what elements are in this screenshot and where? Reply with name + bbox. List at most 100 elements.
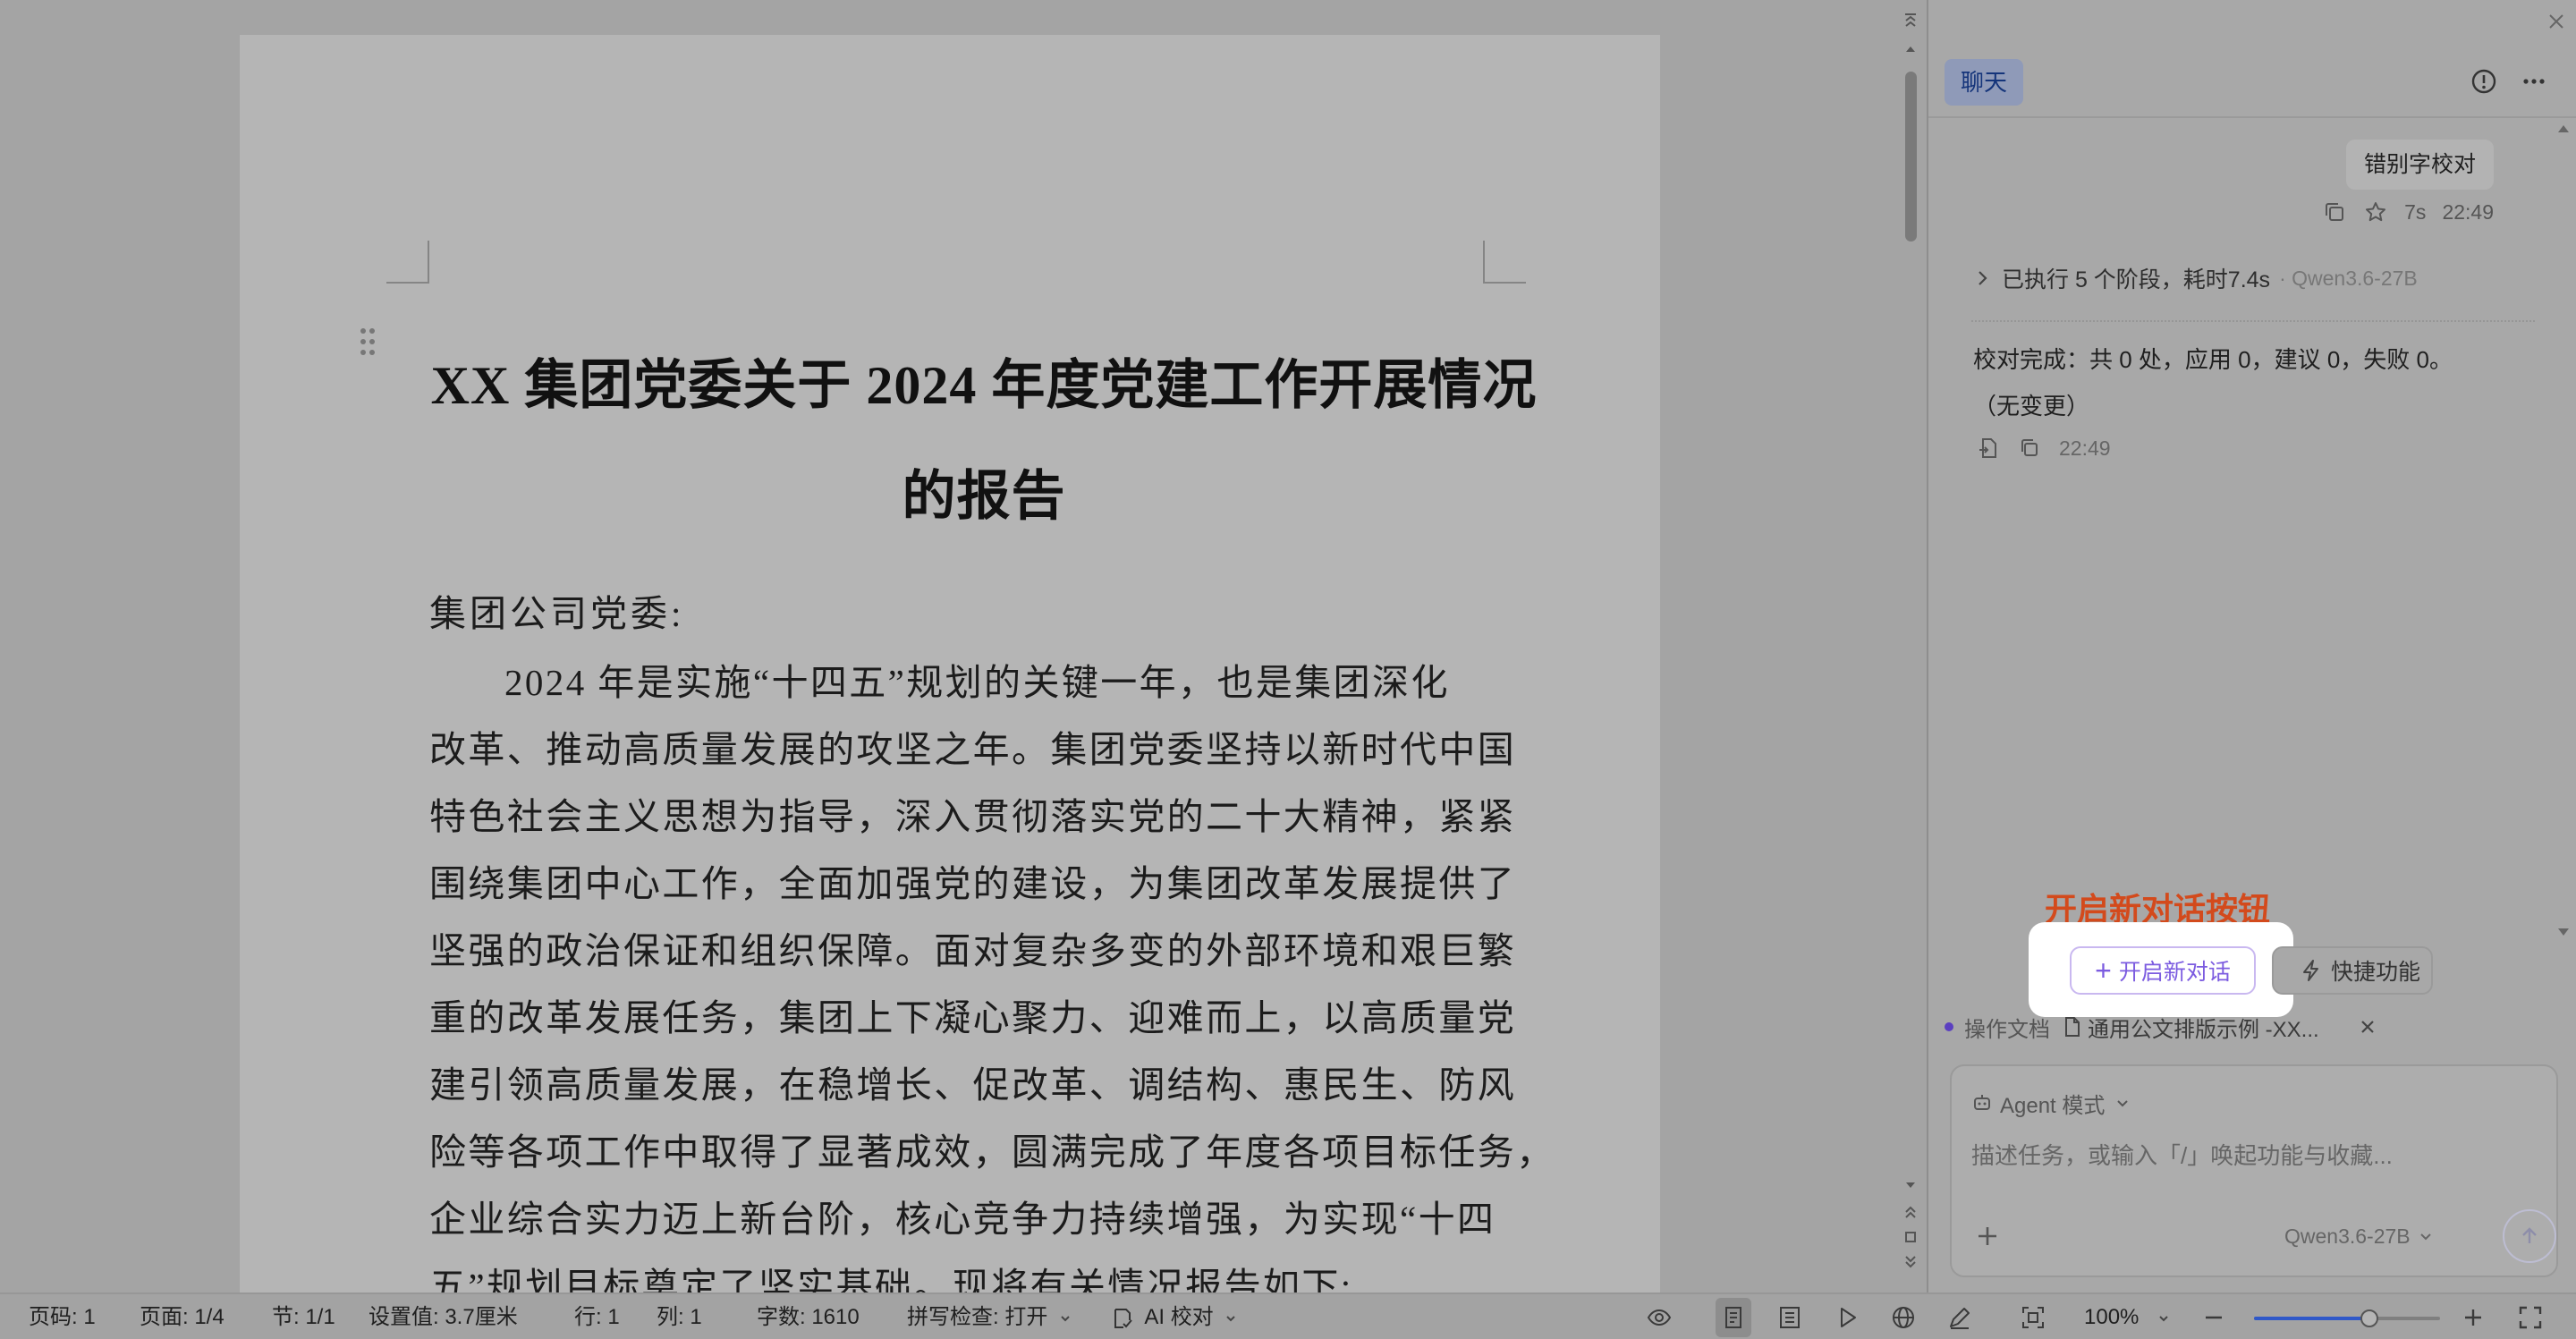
status-dot (1945, 1022, 1953, 1031)
assistant-message-time: 22:49 (2059, 436, 2111, 460)
focus-icon[interactable] (2020, 1304, 2046, 1331)
file-icon (2063, 1016, 2082, 1038)
page-count[interactable]: 页面: 1/4 (140, 1294, 225, 1339)
fullscreen-icon[interactable] (2517, 1304, 2544, 1331)
chat-input-field[interactable]: 描述任务，或输入「/」唤起功能与收藏... (1971, 1138, 2526, 1174)
info-icon[interactable] (2469, 66, 2499, 97)
row-indicator[interactable]: 行: 1 (574, 1294, 620, 1339)
tab-chat[interactable]: 聊天 (1945, 59, 2024, 106)
scroll-down-icon[interactable] (1902, 1177, 1919, 1193)
chevron-right-icon (1971, 267, 1993, 289)
assistant-result-note: （无变更） (1973, 393, 2090, 419)
document-area[interactable]: XX 集团党委关于 2024 年度党建工作开展情况 的报告 集团公司党委: 20… (0, 0, 1894, 1292)
next-page-icon[interactable] (1902, 1254, 1919, 1270)
globe-icon[interactable] (1890, 1304, 1917, 1331)
word-count[interactable]: 字数: 1610 (757, 1294, 860, 1339)
quick-functions-label: 快捷功能 (2330, 960, 2420, 985)
zoom-slider-fill (2254, 1317, 2369, 1320)
agent-mode-label: Agent 模式 (2000, 1093, 2106, 1118)
pen-icon[interactable] (1946, 1304, 1973, 1331)
lightning-icon (2299, 958, 2324, 983)
document-line: 坚强的政治保证和组织保障。面对复杂多变的外部环境和艰巨繁 (429, 930, 1517, 971)
user-message-meta: 7s 22:49 (2322, 197, 2494, 227)
collapse-top-icon[interactable] (1902, 13, 1919, 29)
chevron-down-icon (2112, 1092, 2133, 1114)
document-title-line: XX 集团党委关于 2024 年度党建工作开展情况 (430, 356, 1538, 415)
document-line: 特色社会主义思想为指导，深入贯彻落实党的二十大精神，紧紧 (429, 796, 1517, 837)
model-label: Qwen3.6-27B (2284, 1224, 2411, 1248)
zoom-out-icon[interactable] (2200, 1304, 2227, 1331)
user-message-bubble[interactable]: 错别字校对 (2345, 140, 2494, 190)
document-line: 险等各项工作中取得了显著成效，圆满完成了年度各项目标任务， (429, 1131, 1555, 1173)
spell-check-toggle[interactable]: 拼写检查: 打开 (907, 1294, 1072, 1339)
ai-proofread-icon (1111, 1307, 1134, 1330)
previous-page-icon[interactable] (1902, 1204, 1919, 1220)
document-page[interactable]: XX 集团党委关于 2024 年度党建工作开展情况 的报告 集团公司党委: 20… (240, 35, 1660, 1292)
play-icon[interactable] (1834, 1304, 1860, 1331)
scrollbar-thumb[interactable] (1905, 72, 1917, 242)
document-line: 围绕集团中心工作，全面加强党的建设，为集团改革发展提供了 (429, 863, 1517, 904)
star-icon[interactable] (2363, 199, 2388, 225)
plus-icon: + (2095, 954, 2112, 987)
insert-doc-icon[interactable] (1977, 436, 2000, 460)
panel-scrollbar[interactable] (2551, 118, 2576, 950)
document-line: 改革、推动高质量发展的攻坚之年。集团党委坚持以新时代中国 (429, 729, 1517, 770)
user-message-duration: 7s (2404, 199, 2427, 224)
quick-functions-button[interactable]: 快捷功能 (2272, 946, 2433, 995)
ai-proofread-button[interactable]: AI 校对 (1111, 1294, 1237, 1339)
operate-document-row: 操作文档 通用公文排版示例 -XX... (1945, 1011, 2319, 1043)
page-number[interactable]: 页码: 1 (29, 1294, 96, 1339)
plus-icon[interactable] (1971, 1220, 2004, 1252)
chevron-down-icon (2157, 1312, 2170, 1325)
assistant-result-text: 校对完成：共 0 处，应用 0，建议 0，失败 0。 (1973, 346, 2453, 373)
robot-icon (1971, 1092, 1993, 1114)
panel-header: 聊天 (1928, 47, 2576, 118)
document-title[interactable]: XX 集团党委关于 2024 年度党建工作开展情况 的报告 (429, 330, 1538, 552)
spell-check-label: 拼写检查: 打开 (907, 1305, 1048, 1329)
document-line: 2024 年是实施“十四五”规划的关键一年，也是集团深化 (504, 662, 1450, 703)
document-line: 企业综合实力迈上新台阶，核心竞争力持续增强，为实现“十四 (429, 1199, 1496, 1240)
crop-mark-right (1483, 241, 1526, 284)
execution-steps-toggle[interactable]: 已执行 5 个阶段，耗时7.4s · Qwen3.6-27B (1971, 261, 2418, 295)
steps-model: · Qwen3.6-27B (2279, 266, 2418, 290)
drag-handle-icon[interactable] (358, 326, 377, 357)
scroll-up-icon[interactable] (1902, 41, 1919, 57)
page-view-icon[interactable] (1720, 1304, 1747, 1331)
document-salutation[interactable]: 集团公司党委: (429, 587, 684, 640)
section-indicator[interactable]: 节: 1/1 (272, 1294, 335, 1339)
setting-value[interactable]: 设置值: 3.7厘米 (369, 1294, 518, 1339)
document-title-line: 的报告 (902, 467, 1066, 526)
zoom-level: 100% (2084, 1305, 2140, 1329)
arrow-up-icon (2517, 1224, 2542, 1249)
close-icon[interactable] (2546, 11, 2567, 32)
user-message-time: 22:49 (2442, 199, 2494, 224)
operate-document-file[interactable]: 通用公文排版示例 -XX... (2088, 1012, 2319, 1043)
operate-document-label: 操作文档 (1964, 1017, 2050, 1042)
chat-input-box[interactable]: Agent 模式 描述任务，或输入「/」唤起功能与收藏... Qwen3.6-2… (1950, 1064, 2558, 1277)
column-indicator[interactable]: 列: 1 (657, 1294, 702, 1339)
assistant-message-meta: 22:49 (1977, 433, 2111, 463)
new-chat-button[interactable]: + 开启新对话 (2070, 946, 2256, 995)
document-line: 重的改革发展任务，集团上下凝心聚力、迎难而上，以高质量党 (429, 997, 1517, 1038)
more-icon[interactable] (2519, 66, 2549, 97)
close-icon[interactable] (2356, 1015, 2379, 1038)
document-body[interactable]: 2024 年是实施“十四五”规划的关键一年，也是集团深化 改革、推动高质量发展的… (429, 649, 1555, 1292)
zoom-in-icon[interactable] (2460, 1304, 2487, 1331)
eye-icon[interactable] (1646, 1304, 1673, 1331)
outline-icon[interactable] (1776, 1304, 1803, 1331)
divider (1971, 320, 2535, 322)
send-button[interactable] (2503, 1209, 2556, 1263)
agent-mode-selector[interactable]: Agent 模式 (1971, 1088, 2133, 1118)
new-chat-label: 开启新对话 (2118, 960, 2231, 985)
crop-mark-left (386, 241, 429, 284)
copy-icon[interactable] (2018, 436, 2041, 460)
chevron-down-icon (1059, 1312, 1072, 1325)
document-scrollbar[interactable] (1894, 0, 1927, 1292)
model-selector[interactable]: Qwen3.6-27B (2284, 1220, 2434, 1252)
select-browse-icon[interactable] (1902, 1229, 1919, 1245)
zoom-level-select[interactable]: 100% (2084, 1294, 2170, 1339)
zoom-slider-handle[interactable] (2360, 1309, 2378, 1327)
copy-icon[interactable] (2322, 199, 2347, 225)
zoom-slider[interactable] (2254, 1309, 2440, 1327)
document-line: 建引领高质量发展，在稳增长、促改革、调结构、惠民生、防风 (429, 1064, 1517, 1106)
